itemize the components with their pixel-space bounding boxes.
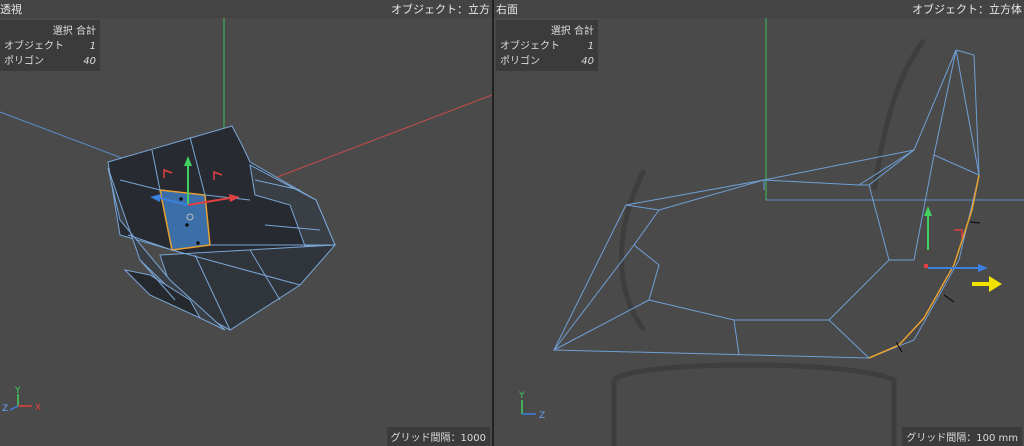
axis-y-label: Y xyxy=(14,386,21,396)
viewport-title[interactable]: 右面 xyxy=(496,1,518,17)
stats-value: 40 xyxy=(581,56,594,67)
right-viewport[interactable]: Y Z 右面 オブジェクト：立方体 選択 合計 オブジェクト 1 ポリゴン 40… xyxy=(494,0,1024,446)
stats-header: 選択 合計 xyxy=(550,26,594,37)
mesh-object[interactable] xyxy=(107,125,337,331)
stats-panel: 選択 合計 オブジェクト 1 ポリゴン 40 xyxy=(0,20,100,71)
stats-panel: 選択 合計 オブジェクト 1 ポリゴン 40 xyxy=(496,20,598,71)
grid-spacing-label: グリッド間隔：1000 xyxy=(386,427,490,446)
stats-label: ポリゴン xyxy=(500,56,540,67)
grid-spacing-label: グリッド間隔：100 mm xyxy=(902,427,1022,446)
axis-y-label: Y xyxy=(518,391,525,401)
editor-window: Y Z X 透視 オブジェクト：立方 選択 合計 オブジェクト 1 ポリゴン 4… xyxy=(0,0,1024,446)
stats-row: ポリゴン 40 xyxy=(500,54,594,69)
background-reference xyxy=(611,38,927,446)
object-label: オブジェクト：立方体 xyxy=(912,3,1022,16)
stats-value: 1 xyxy=(587,41,594,52)
axis-x-label: X xyxy=(35,403,41,413)
stats-row: オブジェクト 1 xyxy=(500,39,594,54)
axis-z-label: Z xyxy=(2,404,8,414)
stats-label: ポリゴン xyxy=(4,56,44,67)
stats-label: オブジェクト xyxy=(500,41,560,52)
axis-z-label: Z xyxy=(539,411,545,421)
stats-row: オブジェクト 1 xyxy=(4,39,96,54)
annotation-arrow xyxy=(972,276,1002,292)
object-label: オブジェクト：立方 xyxy=(391,3,490,16)
move-gizmo[interactable] xyxy=(924,206,988,272)
axis-indicator: Y Z xyxy=(518,391,545,421)
axis-indicator: Y Z X xyxy=(2,386,41,414)
stats-row: ポリゴン 40 xyxy=(4,54,96,69)
stats-label: オブジェクト xyxy=(4,41,64,52)
edge-ticks xyxy=(895,221,981,353)
stats-header: 選択 合計 xyxy=(52,26,96,37)
stats-value: 40 xyxy=(83,56,96,67)
perspective-viewport[interactable]: Y Z X 透視 オブジェクト：立方 選択 合計 オブジェクト 1 ポリゴン 4… xyxy=(0,0,492,446)
viewport-title[interactable]: 透視 xyxy=(0,1,22,17)
stats-value: 1 xyxy=(89,41,96,52)
